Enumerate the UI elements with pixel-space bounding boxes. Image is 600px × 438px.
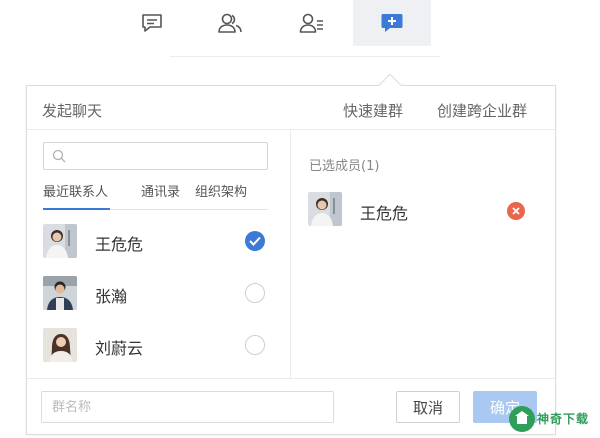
nav-divider [170, 56, 440, 57]
start-chat-panel: 发起聊天 快速建群 创建跨企业群 最近联系人 通讯录 组织架构 王危危 张瀚 刘… [26, 85, 556, 435]
selected-members-title: 已选成员(1) [309, 159, 380, 174]
panel-title: 发起聊天 [42, 102, 103, 120]
checkmark-icon [249, 236, 261, 246]
watermark-text: 神奇下载 [537, 412, 590, 426]
search-input[interactable] [72, 146, 262, 166]
close-icon [512, 207, 520, 215]
contact-name: 张瀚 [95, 287, 128, 306]
contact-name: 刘蔚云 [95, 339, 144, 358]
selected-member-name: 王危危 [360, 204, 409, 223]
watermark: 神奇下载 [505, 404, 600, 438]
contacts-icon [218, 13, 242, 33]
avatar [43, 328, 77, 362]
contact-tabs: 最近联系人 通讯录 组织架构 [43, 184, 268, 210]
contact-row[interactable]: 刘蔚云 [27, 322, 290, 374]
avatar [43, 276, 77, 310]
contact-list-icon [299, 13, 323, 33]
group-name-input[interactable] [41, 391, 334, 423]
contact-row[interactable]: 张瀚 [27, 270, 290, 322]
avatar [43, 224, 77, 258]
quick-group-link[interactable]: 快速建群 [343, 100, 403, 121]
selected-check[interactable] [245, 231, 265, 251]
top-nav [0, 0, 600, 46]
nav-contact-list-button[interactable] [273, 0, 351, 46]
nav-messages-button[interactable] [113, 0, 191, 46]
avatar [308, 192, 342, 226]
tab-recent-contacts[interactable]: 最近联系人 [43, 184, 111, 210]
contact-picker: 最近联系人 通讯录 组织架构 王危危 张瀚 刘蔚云 [27, 130, 291, 378]
panel-header: 发起聊天 快速建群 创建跨企业群 [27, 86, 555, 130]
nav-contacts-button[interactable] [191, 0, 269, 46]
unselected-check[interactable] [245, 335, 265, 355]
watermark-logo-icon [509, 406, 535, 432]
selected-members-pane: 已选成员(1) 王危危 [292, 130, 556, 378]
remove-member-button[interactable] [507, 202, 525, 220]
chat-icon [142, 14, 162, 32]
contact-name: 王危危 [95, 235, 144, 254]
panel-footer: 取消 确定 [27, 378, 555, 434]
unselected-check[interactable] [245, 283, 265, 303]
selected-member-row: 王危危 [292, 190, 556, 230]
cancel-button[interactable]: 取消 [396, 391, 460, 423]
search-box [43, 142, 268, 170]
cross-org-group-link[interactable]: 创建跨企业群 [437, 100, 527, 121]
search-icon [52, 149, 66, 163]
tab-org-structure[interactable]: 组织架构 [195, 184, 247, 210]
nav-new-chat-button[interactable] [353, 0, 431, 46]
tab-address-book[interactable]: 通讯录 [141, 184, 180, 210]
contact-row[interactable]: 王危危 [27, 218, 290, 270]
add-chat-icon [381, 14, 403, 32]
